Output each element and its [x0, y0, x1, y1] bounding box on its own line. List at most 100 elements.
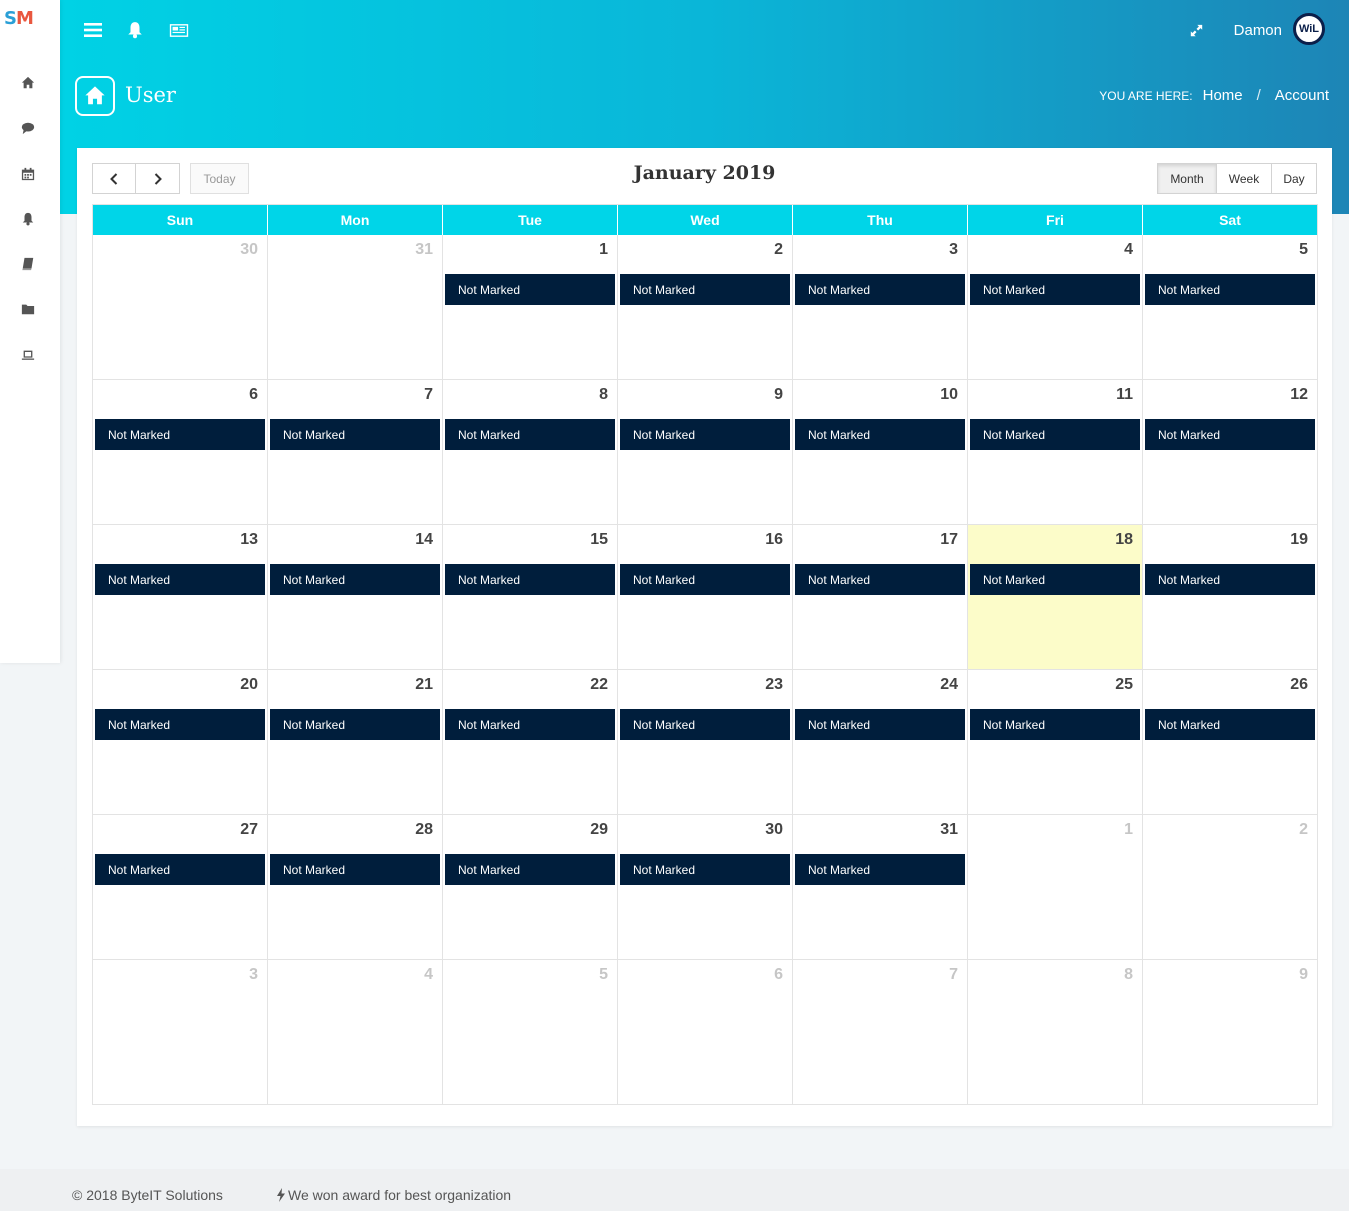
day-number[interactable]: 15: [590, 531, 608, 549]
day-number[interactable]: 18: [1115, 531, 1133, 549]
day-cell[interactable]: 18 Not Marked: [968, 525, 1143, 670]
day-number[interactable]: 28: [415, 821, 433, 839]
event-not-marked[interactable]: Not Marked: [620, 709, 790, 740]
day-cell[interactable]: 6 Not Marked: [93, 380, 268, 525]
event-not-marked[interactable]: Not Marked: [795, 709, 965, 740]
day-cell[interactable]: 7 Not Marked: [268, 380, 443, 525]
day-number[interactable]: 5: [599, 966, 608, 984]
day-cell[interactable]: 13 Not Marked: [93, 525, 268, 670]
day-cell[interactable]: 31 Not Marked: [793, 815, 968, 960]
day-number[interactable]: 27: [240, 821, 258, 839]
event-not-marked[interactable]: Not Marked: [270, 854, 440, 885]
event-not-marked[interactable]: Not Marked: [970, 419, 1140, 450]
day-number[interactable]: 31: [940, 821, 958, 839]
day-cell[interactable]: 29 Not Marked: [443, 815, 618, 960]
book-icon[interactable]: [18, 256, 38, 272]
day-number[interactable]: 5: [1299, 241, 1308, 259]
menu-icon[interactable]: [83, 20, 103, 40]
newspaper-icon[interactable]: [167, 20, 191, 40]
day-cell[interactable]: 11 Not Marked: [968, 380, 1143, 525]
event-not-marked[interactable]: Not Marked: [620, 419, 790, 450]
next-month-button[interactable]: [136, 163, 180, 194]
event-not-marked[interactable]: Not Marked: [95, 564, 265, 595]
event-not-marked[interactable]: Not Marked: [1145, 709, 1315, 740]
event-not-marked[interactable]: Not Marked: [95, 419, 265, 450]
day-number[interactable]: 8: [599, 386, 608, 404]
day-number[interactable]: 7: [949, 966, 958, 984]
day-cell[interactable]: 2 Not Marked: [618, 235, 793, 380]
event-not-marked[interactable]: Not Marked: [1145, 564, 1315, 595]
day-number[interactable]: 9: [774, 386, 783, 404]
day-number[interactable]: 4: [424, 966, 433, 984]
event-not-marked[interactable]: Not Marked: [795, 419, 965, 450]
day-cell[interactable]: 16 Not Marked: [618, 525, 793, 670]
day-number[interactable]: 2: [1299, 821, 1308, 839]
day-number[interactable]: 30: [240, 241, 258, 259]
event-not-marked[interactable]: Not Marked: [795, 564, 965, 595]
bell-icon[interactable]: [18, 211, 38, 227]
day-cell[interactable]: 24 Not Marked: [793, 670, 968, 815]
day-number[interactable]: 16: [765, 531, 783, 549]
event-not-marked[interactable]: Not Marked: [1145, 274, 1315, 305]
day-number[interactable]: 2: [774, 241, 783, 259]
event-not-marked[interactable]: Not Marked: [795, 274, 965, 305]
logo[interactable]: SM: [4, 8, 34, 29]
day-number[interactable]: 19: [1290, 531, 1308, 549]
username[interactable]: Damon: [1234, 22, 1282, 39]
day-cell[interactable]: 15 Not Marked: [443, 525, 618, 670]
event-not-marked[interactable]: Not Marked: [620, 854, 790, 885]
view-day-button[interactable]: Day: [1272, 163, 1317, 194]
day-cell[interactable]: 27 Not Marked: [93, 815, 268, 960]
day-cell[interactable]: 17 Not Marked: [793, 525, 968, 670]
day-cell[interactable]: 9 Not Marked: [618, 380, 793, 525]
day-number[interactable]: 12: [1290, 386, 1308, 404]
event-not-marked[interactable]: Not Marked: [270, 419, 440, 450]
day-number[interactable]: 11: [1116, 386, 1133, 404]
event-not-marked[interactable]: Not Marked: [620, 274, 790, 305]
event-not-marked[interactable]: Not Marked: [970, 564, 1140, 595]
day-cell[interactable]: 31: [268, 235, 443, 380]
day-number[interactable]: 20: [240, 676, 258, 694]
event-not-marked[interactable]: Not Marked: [445, 419, 615, 450]
day-cell[interactable]: 19 Not Marked: [1143, 525, 1318, 670]
event-not-marked[interactable]: Not Marked: [445, 274, 615, 305]
prev-month-button[interactable]: [92, 163, 136, 194]
day-number[interactable]: 1: [1124, 821, 1133, 839]
event-not-marked[interactable]: Not Marked: [445, 564, 615, 595]
day-cell[interactable]: 7: [793, 960, 968, 1105]
home-icon[interactable]: [18, 75, 38, 91]
day-number[interactable]: 6: [774, 966, 783, 984]
day-number[interactable]: 17: [940, 531, 958, 549]
comment-icon[interactable]: [18, 120, 38, 136]
day-number[interactable]: 8: [1124, 966, 1133, 984]
view-month-button[interactable]: Month: [1157, 163, 1217, 194]
day-number[interactable]: 3: [249, 966, 258, 984]
breadcrumb-home-link[interactable]: Home: [1203, 87, 1243, 104]
day-cell[interactable]: 3 Not Marked: [793, 235, 968, 380]
day-cell[interactable]: 3: [93, 960, 268, 1105]
folder-icon[interactable]: [18, 301, 38, 317]
day-cell[interactable]: 21 Not Marked: [268, 670, 443, 815]
day-number[interactable]: 21: [415, 676, 433, 694]
day-cell[interactable]: 25 Not Marked: [968, 670, 1143, 815]
day-number[interactable]: 6: [249, 386, 258, 404]
day-number[interactable]: 23: [765, 676, 783, 694]
day-number[interactable]: 9: [1299, 966, 1308, 984]
day-cell[interactable]: 5: [443, 960, 618, 1105]
event-not-marked[interactable]: Not Marked: [1145, 419, 1315, 450]
day-cell[interactable]: 4 Not Marked: [968, 235, 1143, 380]
day-cell[interactable]: 28 Not Marked: [268, 815, 443, 960]
day-cell[interactable]: 2: [1143, 815, 1318, 960]
day-number[interactable]: 1: [599, 241, 608, 259]
event-not-marked[interactable]: Not Marked: [620, 564, 790, 595]
laptop-icon[interactable]: [18, 347, 38, 363]
day-number[interactable]: 25: [1115, 676, 1133, 694]
day-number[interactable]: 7: [424, 386, 433, 404]
view-week-button[interactable]: Week: [1217, 163, 1272, 194]
notification-bell-icon[interactable]: [125, 20, 145, 40]
event-not-marked[interactable]: Not Marked: [270, 709, 440, 740]
day-cell[interactable]: 22 Not Marked: [443, 670, 618, 815]
day-cell[interactable]: 9: [1143, 960, 1318, 1105]
day-cell[interactable]: 1 Not Marked: [443, 235, 618, 380]
day-cell[interactable]: 5 Not Marked: [1143, 235, 1318, 380]
